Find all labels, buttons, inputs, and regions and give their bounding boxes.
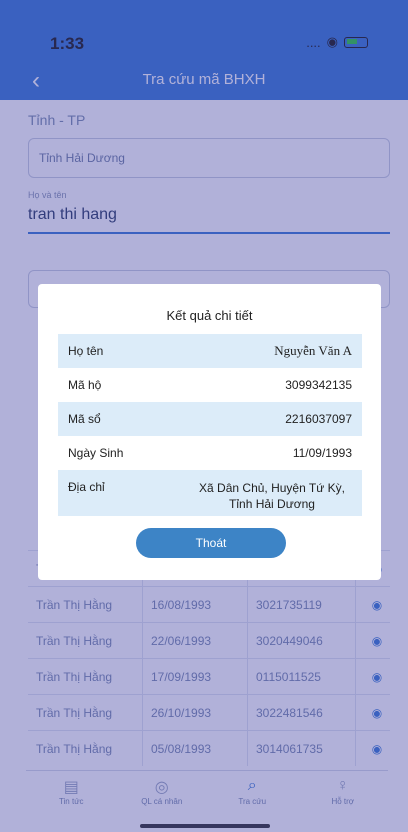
detail-row-book: Mã sổ 2216037097 xyxy=(58,402,362,436)
detail-label: Mã sổ xyxy=(68,412,101,426)
detail-label: Địa chỉ xyxy=(68,480,105,494)
detail-value: 3099342135 xyxy=(285,378,352,392)
detail-row-household: Mã hộ 3099342135 xyxy=(58,368,362,402)
detail-label: Mã hộ xyxy=(68,378,102,392)
detail-row-dob: Ngày Sinh 11/09/1993 xyxy=(58,436,362,470)
detail-label: Ngày Sinh xyxy=(68,446,124,460)
detail-value: 2216037097 xyxy=(285,412,352,426)
dialog-title: Kết quả chi tiết xyxy=(166,308,253,323)
detail-row-name: Họ tên Nguyễn Văn A xyxy=(58,334,362,368)
detail-dialog: Kết quả chi tiết Họ tên Nguyễn Văn A Mã … xyxy=(38,284,381,580)
detail-label: Họ tên xyxy=(68,344,104,358)
close-button[interactable]: Thoát xyxy=(136,528,286,558)
detail-value: Nguyễn Văn A xyxy=(274,343,352,358)
detail-row-address: Địa chỉ Xã Dân Chủ, Huyện Tứ Kỳ, Tỉnh Hả… xyxy=(58,470,362,516)
detail-value: 11/09/1993 xyxy=(292,446,352,460)
detail-value: Xã Dân Chủ, Huyện Tứ Kỳ, Tỉnh Hải Dương xyxy=(199,481,345,511)
